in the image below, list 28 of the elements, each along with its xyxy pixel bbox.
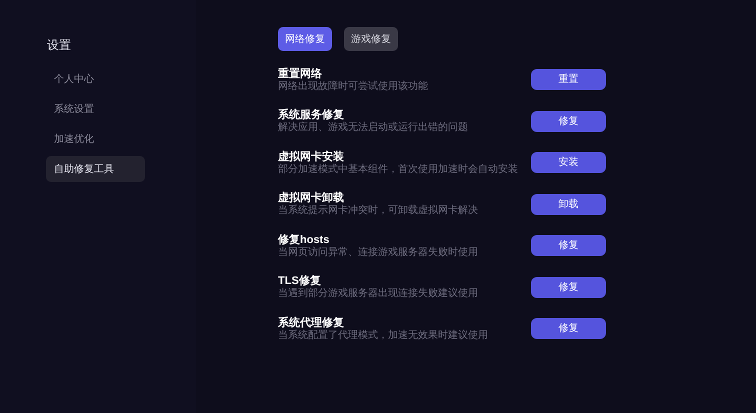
repair-title: 系统服务修复 bbox=[278, 108, 345, 122]
sidebar-item[interactable]: 系统设置 bbox=[46, 96, 145, 122]
tab[interactable]: 网络修复 bbox=[278, 27, 332, 51]
repair-description: 当系统配置了代理模式，加速无效果时建议使用 bbox=[278, 330, 488, 342]
repair-description: 当系统提示网卡冲突时，可卸载虚拟网卡解决 bbox=[278, 205, 478, 218]
repair-title: 重置网络 bbox=[278, 66, 323, 80]
action-button[interactable]: 修复 bbox=[531, 110, 606, 132]
action-button[interactable]: 修复 bbox=[531, 235, 606, 256]
tab[interactable]: 游戏修复 bbox=[344, 27, 398, 51]
repair-description: 解决应用、游戏无法启动或运行出错的问题 bbox=[278, 122, 468, 134]
sidebar-item[interactable]: 加速优化 bbox=[46, 126, 145, 152]
action-button[interactable]: 卸载 bbox=[531, 194, 606, 215]
action-button[interactable]: 修复 bbox=[531, 318, 606, 340]
repair-title: 虚拟网卡安装 bbox=[278, 150, 345, 164]
repair-description: 当网页访问异常、连接游戏服务器失败时使用 bbox=[278, 246, 478, 259]
repair-title: 修复hosts bbox=[278, 232, 330, 246]
repair-description: 部分加速模式中基本组件，首次使用加速时会自动安装 bbox=[278, 164, 518, 176]
repair-description: 网络出现故障时可尝试使用该功能 bbox=[278, 80, 428, 93]
sidebar-item[interactable]: 自助修复工具 bbox=[46, 156, 145, 182]
sidebar-title: 设置 bbox=[47, 37, 72, 54]
repair-title: TLS修复 bbox=[278, 274, 322, 288]
sidebar-item[interactable]: 个人中心 bbox=[46, 66, 145, 92]
action-button[interactable]: 安装 bbox=[531, 152, 606, 174]
repair-title: 系统代理修复 bbox=[278, 316, 345, 330]
repair-description: 当遇到部分游戏服务器出现连接失败建议使用 bbox=[278, 288, 478, 300]
action-button[interactable]: 修复 bbox=[531, 276, 606, 298]
repair-title: 虚拟网卡卸载 bbox=[278, 191, 345, 204]
action-button[interactable]: 重置 bbox=[531, 69, 606, 90]
